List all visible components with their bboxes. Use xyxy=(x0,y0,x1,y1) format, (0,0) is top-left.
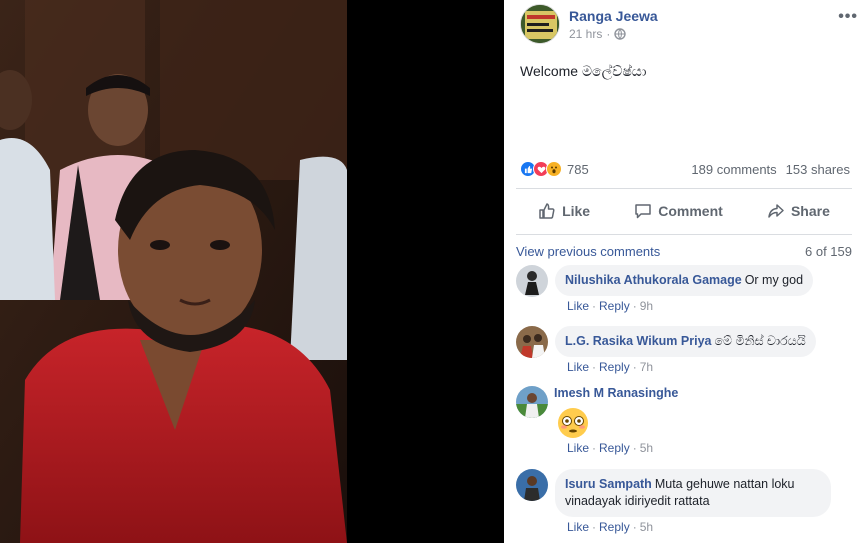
comment-reply-link[interactable]: Reply xyxy=(599,360,630,374)
author-name[interactable]: Ranga Jeewa xyxy=(569,8,658,24)
comment-actions: Like · Reply · 5h xyxy=(567,441,654,455)
thumbs-up-icon xyxy=(539,203,555,219)
comments-count: 6 of 159 xyxy=(805,244,852,259)
post-stats: 785 189 comments 153 shares xyxy=(520,160,850,180)
author-avatar[interactable] xyxy=(520,4,560,44)
comment-like-link[interactable]: Like xyxy=(567,441,589,455)
commenter-avatar[interactable] xyxy=(516,469,548,501)
divider xyxy=(516,234,852,235)
divider xyxy=(516,188,852,189)
comment-text: මේ මිනිස් චාරයයි xyxy=(714,334,806,348)
post-actions: Like Comment Share xyxy=(516,196,852,226)
comment-reply-link[interactable]: Reply xyxy=(599,299,630,313)
flushed-face-emoji xyxy=(556,406,590,440)
post-text: Welcome මලේව්ෂ්යා xyxy=(520,63,647,79)
comment-like-link[interactable]: Like xyxy=(567,360,589,374)
comment-bubble: Nilushika Athukorala Gamage Or my god xyxy=(555,265,814,296)
post-header: Ranga Jeewa 21 hrs · ••• xyxy=(520,4,860,48)
comment-like-link[interactable]: Like xyxy=(567,520,589,534)
comment-actions: Like · Reply · 5h xyxy=(567,520,654,534)
commenter-name[interactable]: Isuru Sampath xyxy=(565,477,652,491)
comment-actions: Like · Reply · 9h xyxy=(567,299,654,313)
comment-button[interactable]: Comment xyxy=(634,196,723,226)
comment-time[interactable]: 9h xyxy=(640,299,653,313)
wow-icon xyxy=(546,161,562,177)
commenter-avatar[interactable] xyxy=(516,326,548,358)
post-photo[interactable] xyxy=(0,0,347,543)
comment-reply-link[interactable]: Reply xyxy=(599,520,630,534)
commenter-name[interactable]: L.G. Rasika Wikum Priya xyxy=(565,334,711,348)
comment-actions: Like · Reply · 7h xyxy=(567,360,654,374)
like-label: Like xyxy=(562,203,591,219)
like-button[interactable]: Like xyxy=(538,196,590,226)
post-detail-panel: Ranga Jeewa 21 hrs · ••• Welcome මලේව්ෂ්… xyxy=(504,0,864,543)
commenter-avatar[interactable] xyxy=(516,386,548,418)
post-meta: 21 hrs · xyxy=(569,27,627,41)
commenter-name[interactable]: Nilushika Athukorala Gamage xyxy=(565,273,742,287)
comment-time[interactable]: 5h xyxy=(640,520,653,534)
comment-reply-link[interactable]: Reply xyxy=(599,441,630,455)
share-button[interactable]: Share xyxy=(767,196,830,226)
comment-bubble: Isuru Sampath Muta gehuwe nattan loku vin… xyxy=(555,469,831,517)
comments-count-link[interactable]: 189 comments xyxy=(691,162,776,177)
view-previous-comments-link[interactable]: View previous comments xyxy=(516,244,660,259)
comment-time[interactable]: 5h xyxy=(640,441,653,455)
reactions-summary[interactable]: 785 xyxy=(520,161,589,177)
share-icon xyxy=(768,204,784,218)
commenter-avatar[interactable] xyxy=(516,265,548,297)
shares-count-link[interactable]: 153 shares xyxy=(786,162,850,177)
comment-time[interactable]: 7h xyxy=(640,360,653,374)
comment-like-link[interactable]: Like xyxy=(567,299,589,313)
commenter-name[interactable]: Imesh M Ranasinghe xyxy=(554,386,678,400)
more-options-button[interactable]: ••• xyxy=(838,8,858,26)
comment-icon xyxy=(635,204,651,219)
comment-bubble: L.G. Rasika Wikum Priya මේ මිනිස් චාරයයි xyxy=(555,326,816,357)
post-time[interactable]: 21 hrs xyxy=(569,27,602,41)
share-label: Share xyxy=(790,203,830,219)
comment-text: Or my god xyxy=(744,273,804,287)
comment-label: Comment xyxy=(658,203,723,219)
photo-viewer: Ranga Jeewa 21 hrs · ••• Welcome මලේව්ෂ්… xyxy=(0,0,864,543)
globe-icon[interactable] xyxy=(614,28,627,40)
reaction-count: 785 xyxy=(567,161,589,177)
